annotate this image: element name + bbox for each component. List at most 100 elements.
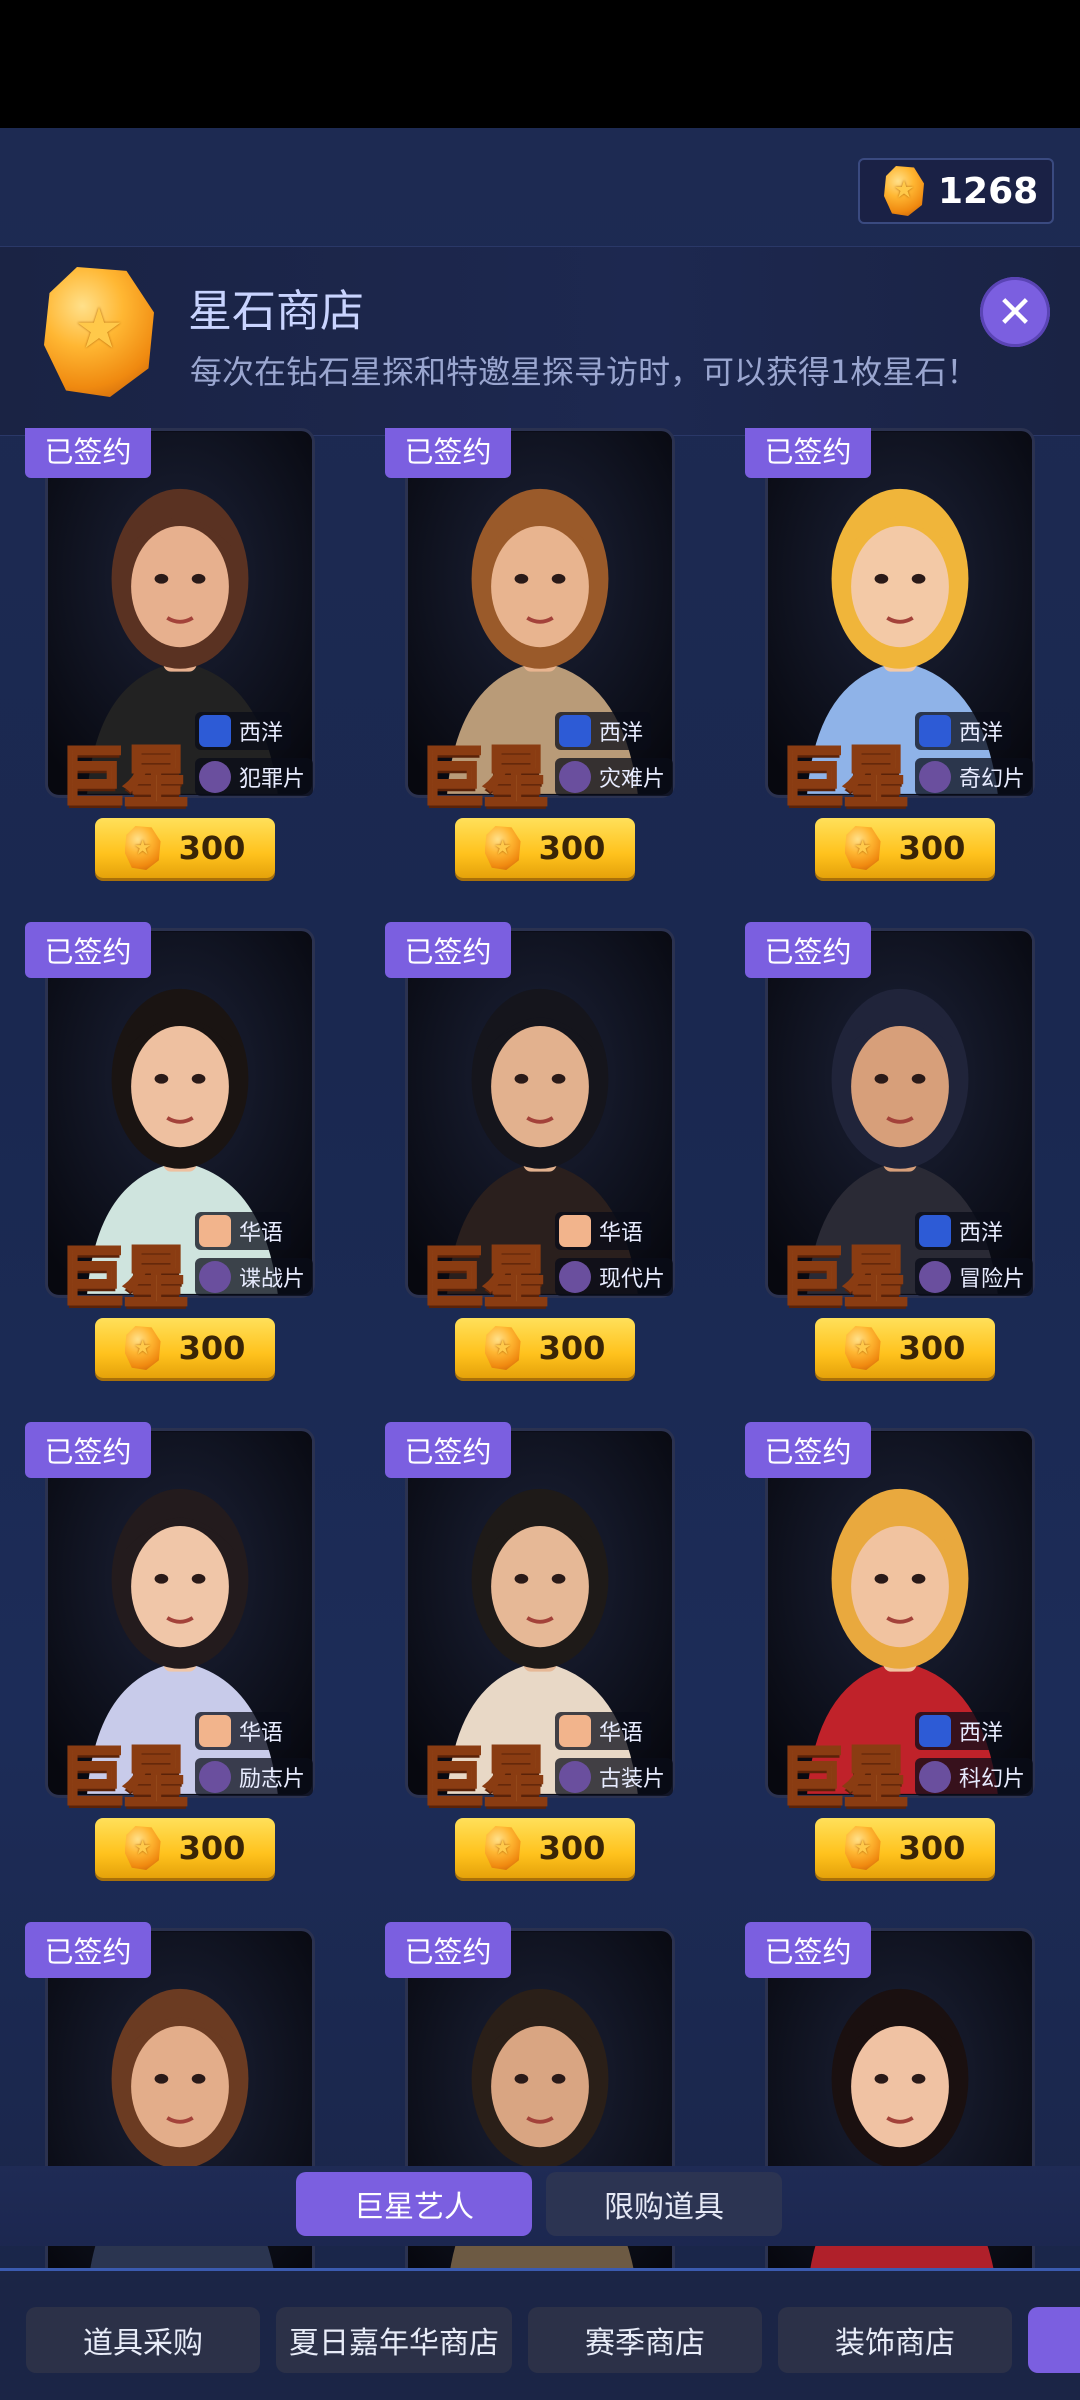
star-gem-icon <box>844 826 881 870</box>
region-tag: 西洋 <box>915 1212 1012 1250</box>
genre-icon <box>559 761 591 793</box>
price-button[interactable]: 300 <box>455 818 635 878</box>
shop-header: 星石商店 每次在钻石星探和特邀星探寻访时，可以获得1枚星石！ ✕ <box>0 246 1080 436</box>
shop-tab-decoration[interactable]: 装饰商店 <box>778 2307 1012 2373</box>
star-gem-icon <box>44 267 154 397</box>
region-tag: 华语 <box>555 1212 652 1250</box>
region-tag: 华语 <box>195 1712 292 1750</box>
price-button[interactable]: 300 <box>95 818 275 878</box>
region-label: 西洋 <box>959 1221 1004 1246</box>
star-card-item[interactable]: 已签约巨星 华语谍战片 300 <box>25 922 315 1398</box>
store-screen: 1268 星石商店 每次在钻石星探和特邀星探寻访时，可以获得1枚星石！ ✕ 已签… <box>0 128 1080 2400</box>
genre-label: 奇幻片 <box>959 767 1026 792</box>
genre-tag: 灾难片 <box>555 758 674 796</box>
signed-badge: 已签约 <box>25 428 151 478</box>
genre-tag: 古装片 <box>555 1758 674 1796</box>
genre-label: 犯罪片 <box>239 767 306 792</box>
price-value: 300 <box>178 829 246 867</box>
signed-badge: 已签约 <box>385 428 511 478</box>
star-gem-icon <box>124 1326 161 1370</box>
price-value: 300 <box>898 829 966 867</box>
genre-tag: 谍战片 <box>195 1258 314 1296</box>
tab-limited-items[interactable]: 限购道具 <box>546 2172 782 2236</box>
superstar-rank-label: 巨星 <box>58 738 191 818</box>
superstar-rank-label: 巨星 <box>418 738 551 818</box>
region-tag: 华语 <box>195 1212 292 1250</box>
price-button[interactable]: 300 <box>95 1818 275 1878</box>
genre-tag: 现代片 <box>555 1258 674 1296</box>
genre-tag: 冒险片 <box>915 1258 1034 1296</box>
price-value: 300 <box>538 829 606 867</box>
genre-label: 冒险片 <box>959 1267 1026 1292</box>
shop-description: 每次在钻石星探和特邀星探寻访时，可以获得1枚星石！ <box>190 353 979 391</box>
price-value: 300 <box>898 1829 966 1867</box>
region-tag: 华语 <box>555 1712 652 1750</box>
genre-label: 现代片 <box>599 1267 666 1292</box>
close-button[interactable]: ✕ <box>980 277 1050 347</box>
region-icon <box>199 1215 231 1247</box>
region-icon <box>199 715 231 747</box>
star-card-grid: 已签约巨星西洋犯罪片300已签约巨星西洋灾难片300已签约巨星西洋奇幻片300已… <box>0 428 1080 2273</box>
region-label: 西洋 <box>599 721 644 746</box>
superstar-rank-label: 巨星 <box>778 1238 911 1318</box>
price-button[interactable]: 300 <box>95 1318 275 1378</box>
region-icon <box>559 1215 591 1247</box>
signed-badge: 已签约 <box>385 922 511 978</box>
price-value: 300 <box>178 1829 246 1867</box>
genre-tag: 犯罪片 <box>195 758 314 796</box>
signed-badge: 已签约 <box>745 428 871 478</box>
genre-icon <box>199 1761 231 1793</box>
region-icon <box>919 715 951 747</box>
genre-label: 谍战片 <box>239 1267 306 1292</box>
region-tag: 西洋 <box>915 712 1012 750</box>
genre-label: 灾难片 <box>599 767 666 792</box>
genre-icon <box>919 1261 951 1293</box>
price-button[interactable]: 300 <box>815 818 995 878</box>
region-label: 华语 <box>599 1221 644 1246</box>
star-card-item[interactable]: 已签约巨星 西洋科幻片 300 <box>745 1422 1035 1898</box>
region-tag: 西洋 <box>195 712 292 750</box>
genre-tag: 奇幻片 <box>915 758 1034 796</box>
signed-badge: 已签约 <box>745 1422 871 1478</box>
region-tag: 西洋 <box>555 712 652 750</box>
superstar-rank-label: 巨星 <box>418 1738 551 1818</box>
genre-tag: 科幻片 <box>915 1758 1034 1796</box>
star-gem-icon <box>884 166 924 216</box>
shop-tab-more[interactable] <box>1028 2307 1080 2373</box>
star-gem-icon <box>124 826 161 870</box>
shop-tab-item-purchase[interactable]: 道具采购 <box>26 2307 260 2373</box>
region-icon <box>919 1215 951 1247</box>
price-value: 300 <box>538 1829 606 1867</box>
region-icon <box>199 1715 231 1747</box>
superstar-rank-label: 巨星 <box>418 1238 551 1318</box>
star-gem-icon <box>484 826 521 870</box>
price-value: 300 <box>898 1329 966 1367</box>
signed-badge: 已签约 <box>745 922 871 978</box>
tab-superstar-artists[interactable]: 巨星艺人 <box>296 2172 532 2236</box>
price-button[interactable]: 300 <box>455 1318 635 1378</box>
star-card-item[interactable]: 已签约巨星 西洋犯罪片 300 <box>25 428 315 898</box>
price-button[interactable]: 300 <box>815 1318 995 1378</box>
star-card-item[interactable]: 已签约巨星 华语励志片 300 <box>25 1422 315 1898</box>
shop-tab-season[interactable]: 赛季商店 <box>528 2307 762 2373</box>
superstar-rank-label: 巨星 <box>58 1238 191 1318</box>
region-label: 华语 <box>239 1221 284 1246</box>
signed-badge: 已签约 <box>745 1922 871 1978</box>
star-card-item[interactable]: 已签约巨星 华语现代片 300 <box>385 922 675 1398</box>
region-label: 西洋 <box>959 1721 1004 1746</box>
signed-badge: 已签约 <box>25 922 151 978</box>
shop-tab-summer-carnival[interactable]: 夏日嘉年华商店 <box>276 2307 512 2373</box>
price-button[interactable]: 300 <box>815 1818 995 1878</box>
superstar-rank-label: 巨星 <box>778 1738 911 1818</box>
sub-tabs: 巨星艺人 限购道具 <box>0 2166 1080 2246</box>
star-card-item[interactable]: 已签约巨星 西洋灾难片 300 <box>385 428 675 898</box>
genre-icon <box>199 761 231 793</box>
star-card-item[interactable]: 已签约巨星 华语古装片 300 <box>385 1422 675 1898</box>
genre-label: 科幻片 <box>959 1767 1026 1792</box>
signed-badge: 已签约 <box>385 1422 511 1478</box>
genre-icon <box>199 1261 231 1293</box>
star-card-item[interactable]: 已签约巨星 西洋奇幻片 300 <box>745 428 1035 898</box>
region-label: 华语 <box>239 1721 284 1746</box>
star-card-item[interactable]: 已签约巨星 西洋冒险片 300 <box>745 922 1035 1398</box>
price-button[interactable]: 300 <box>455 1818 635 1878</box>
